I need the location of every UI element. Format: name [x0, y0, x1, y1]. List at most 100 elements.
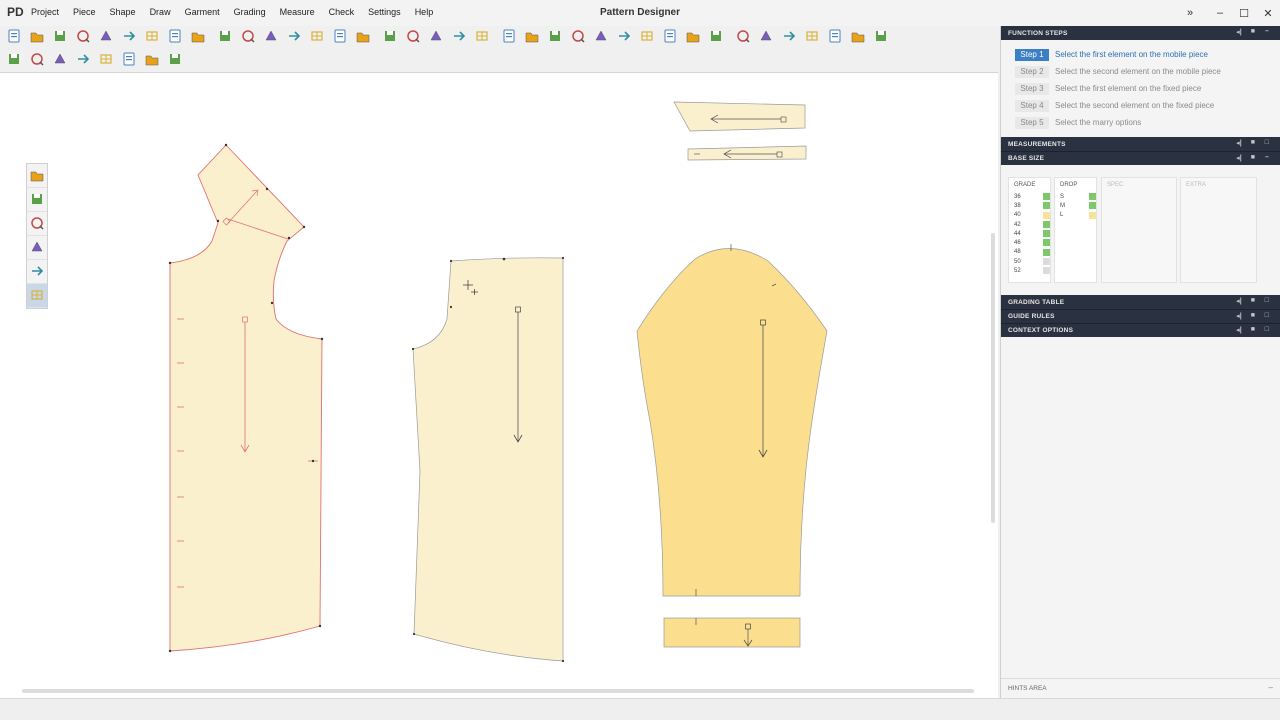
- guide-rules-header[interactable]: GUIDE RULES ◂| ■ □: [1001, 309, 1280, 323]
- grade-row[interactable]: 42: [1014, 220, 1050, 229]
- drop-row[interactable]: L: [1060, 211, 1096, 220]
- collapse-icon[interactable]: ◂|: [1232, 297, 1246, 305]
- zoom-in-button[interactable]: [614, 28, 633, 47]
- horizontal-scrollbar[interactable]: [22, 689, 974, 693]
- curve-tool-button[interactable]: [27, 188, 47, 212]
- drawing-canvas[interactable]: [0, 72, 998, 698]
- pieces-button[interactable]: [284, 28, 303, 47]
- menu-draw[interactable]: Draw: [150, 7, 171, 17]
- menu-help[interactable]: Help: [415, 7, 434, 17]
- expand-panel-button[interactable]: »: [1178, 0, 1202, 26]
- step-badge[interactable]: Step 5: [1015, 116, 1049, 129]
- grade-row[interactable]: 52: [1014, 266, 1050, 275]
- collar-piece-bottom[interactable]: [687, 145, 807, 161]
- tag-button[interactable]: [353, 28, 372, 47]
- curve-button[interactable]: [165, 51, 184, 70]
- step-row[interactable]: Step 3 Select the first element on the fi…: [1015, 80, 1280, 97]
- ruler-b-button[interactable]: [119, 51, 138, 70]
- lock-icon[interactable]: ■: [1246, 28, 1260, 36]
- table-button[interactable]: [472, 28, 491, 47]
- back-bodice-piece[interactable]: [411, 256, 565, 663]
- layers-button[interactable]: [706, 28, 725, 47]
- redo-button[interactable]: [238, 28, 257, 47]
- garment-button[interactable]: [4, 51, 23, 70]
- expand-panel-icon[interactable]: □: [1260, 139, 1274, 147]
- stack-tool-button[interactable]: [27, 284, 47, 308]
- lock-icon[interactable]: ■: [1246, 297, 1260, 305]
- close-button[interactable]: ✕: [1256, 0, 1280, 26]
- menu-grading[interactable]: Grading: [234, 7, 266, 17]
- bow-button[interactable]: [50, 51, 69, 70]
- step-badge[interactable]: Step 4: [1015, 99, 1049, 112]
- pointer-button[interactable]: [27, 164, 47, 188]
- collar-piece-top[interactable]: [673, 101, 806, 132]
- print-button[interactable]: [165, 28, 184, 47]
- sleeve-piece[interactable]: [636, 244, 828, 597]
- lock-icon[interactable]: ■: [1246, 326, 1260, 334]
- grade-row[interactable]: 44: [1014, 229, 1050, 238]
- maximize-button[interactable]: ☐: [1232, 0, 1256, 26]
- step-row[interactable]: Step 1 Select the first element on the mo…: [1015, 46, 1280, 63]
- zoom-button[interactable]: [522, 28, 541, 47]
- collapse-icon[interactable]: ◂|: [1232, 28, 1246, 36]
- step-badge[interactable]: Step 1: [1015, 48, 1049, 61]
- menu-project[interactable]: Project: [31, 7, 59, 17]
- error-button[interactable]: [848, 28, 867, 47]
- context-options-header[interactable]: CONTEXT OPTIONS ◂| ■ □: [1001, 323, 1280, 337]
- pen-tool-button[interactable]: [27, 236, 47, 260]
- menu-check[interactable]: Check: [329, 7, 355, 17]
- cuff-piece[interactable]: [663, 617, 801, 648]
- bus-button[interactable]: [733, 28, 752, 47]
- expand-panel-icon[interactable]: □: [1260, 297, 1274, 305]
- plus-button[interactable]: [683, 28, 702, 47]
- menu-measure[interactable]: Measure: [280, 7, 315, 17]
- lock-icon[interactable]: ■: [1246, 154, 1260, 162]
- import-button[interactable]: [73, 28, 92, 47]
- minimize-panel-icon[interactable]: –: [1260, 154, 1274, 162]
- step-row[interactable]: Step 4 Select the second element on the f…: [1015, 97, 1280, 114]
- eye-button[interactable]: [871, 28, 890, 47]
- menu-settings[interactable]: Settings: [368, 7, 401, 17]
- collapse-icon[interactable]: ◂|: [1232, 139, 1246, 147]
- minimize-hints-icon[interactable]: –: [1269, 683, 1273, 692]
- step-row[interactable]: Step 5 Select the marry options: [1015, 114, 1280, 131]
- plot-button[interactable]: [188, 28, 207, 47]
- step-row[interactable]: Step 2 Select the second element on the m…: [1015, 63, 1280, 80]
- folder-button[interactable]: [330, 28, 349, 47]
- flag-button[interactable]: [499, 28, 518, 47]
- open-button[interactable]: [27, 28, 46, 47]
- jacket-button[interactable]: [27, 51, 46, 70]
- help-button[interactable]: [756, 28, 775, 47]
- lock-icon[interactable]: ■: [1246, 139, 1260, 147]
- lock-icon[interactable]: ■: [1246, 312, 1260, 320]
- ruler-tool-button[interactable]: [27, 260, 47, 284]
- ruler-a-button[interactable]: [96, 51, 115, 70]
- edit-tool-button[interactable]: [27, 212, 47, 236]
- step-badge[interactable]: Step 2: [1015, 65, 1049, 78]
- grade-row[interactable]: 50: [1014, 257, 1050, 266]
- base-size-header[interactable]: BASE SIZE ◂| ■ –: [1001, 151, 1280, 165]
- grading-table-header[interactable]: GRADING TABLE ◂| ■ □: [1001, 295, 1280, 309]
- play-button[interactable]: [449, 28, 468, 47]
- front-bodice-piece[interactable]: [168, 143, 324, 653]
- menu-shape[interactable]: Shape: [110, 7, 136, 17]
- vertical-scrollbar[interactable]: [991, 233, 995, 523]
- drop-row[interactable]: S: [1060, 192, 1096, 201]
- piece-button[interactable]: [261, 28, 280, 47]
- minimize-button[interactable]: –: [1208, 0, 1232, 26]
- arrow-button[interactable]: [142, 51, 161, 70]
- properties-button[interactable]: [96, 28, 115, 47]
- menu-piece[interactable]: Piece: [73, 7, 96, 17]
- collapse-icon[interactable]: ◂|: [1232, 312, 1246, 320]
- collapse-icon[interactable]: ◂|: [1232, 326, 1246, 334]
- measurements-header[interactable]: MEASUREMENTS ◂| ■ □: [1001, 137, 1280, 151]
- grade-button[interactable]: [779, 28, 798, 47]
- zoom-fit-button[interactable]: [568, 28, 587, 47]
- drop-row[interactable]: M: [1060, 201, 1096, 210]
- zoom-window-button[interactable]: [545, 28, 564, 47]
- refresh-button[interactable]: [660, 28, 679, 47]
- new-button[interactable]: [4, 28, 23, 47]
- expand-panel-icon[interactable]: □: [1260, 312, 1274, 320]
- grade-row[interactable]: 40: [1014, 211, 1050, 220]
- marker-button[interactable]: [426, 28, 445, 47]
